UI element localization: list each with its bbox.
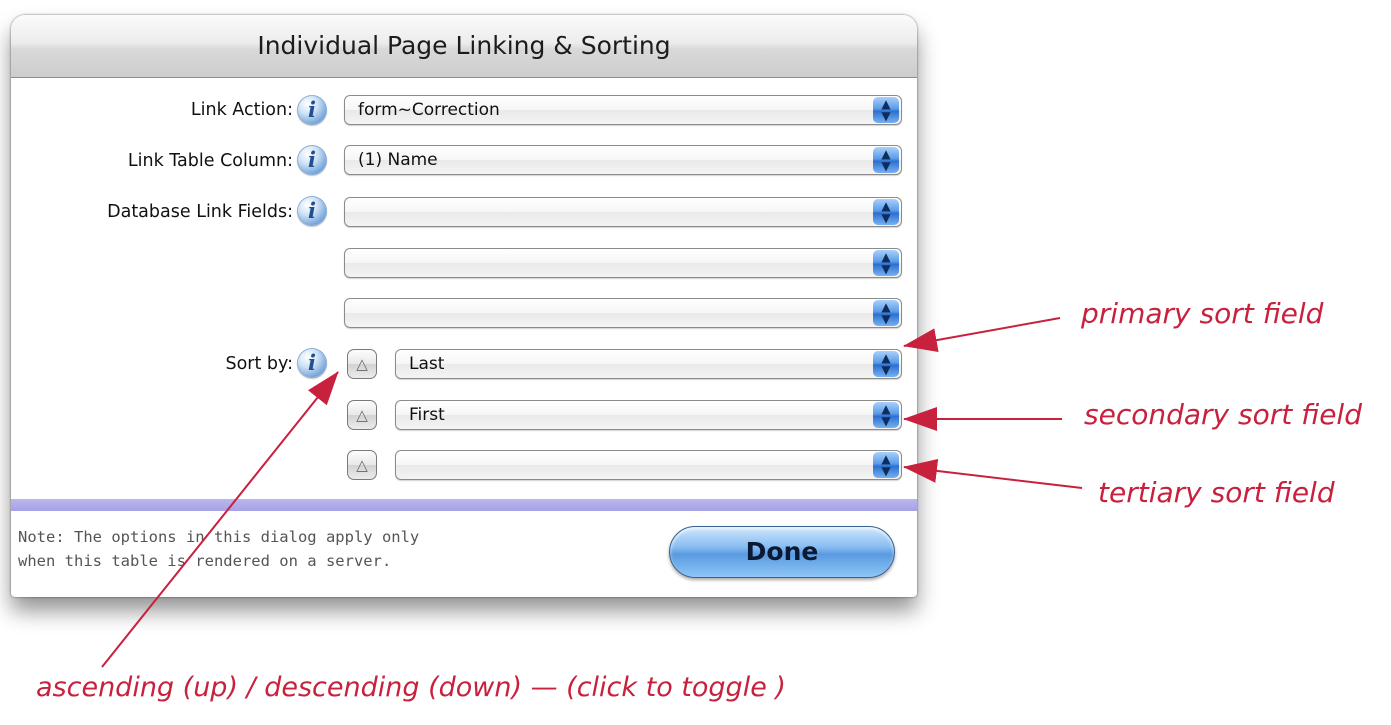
- link-table-column-popup[interactable]: (1) Name ▲ ▼: [344, 145, 902, 175]
- sort-by-label: Sort by:: [225, 354, 293, 374]
- toggle-annotation: ascending (up) / descending (down) — (cl…: [36, 672, 786, 703]
- link-action-info-icon[interactable]: i: [297, 95, 327, 125]
- database-link-field-2-popup[interactable]: ▲ ▼: [344, 248, 902, 278]
- link-action-value: form~Correction: [358, 100, 500, 120]
- linking-sorting-dialog: Individual Page Linking & Sorting Link A…: [11, 15, 917, 597]
- server-note-line-2: when this table is rendered on a server.: [18, 552, 392, 570]
- tertiary-sort-direction-toggle[interactable]: △: [347, 450, 377, 480]
- database-link-field-3-popup[interactable]: ▲ ▼: [344, 298, 902, 328]
- server-note-line-1: Note: The options in this dialog apply o…: [18, 528, 420, 546]
- database-link-fields-info-icon[interactable]: i: [297, 196, 327, 226]
- sort-by-info-icon[interactable]: i: [297, 348, 327, 378]
- link-table-column-info-icon[interactable]: i: [297, 145, 327, 175]
- primary-sort-arrow: [903, 317, 1061, 352]
- dialog-title: Individual Page Linking & Sorting: [11, 15, 917, 78]
- primary-sort-direction-toggle[interactable]: △: [347, 349, 377, 379]
- popup-arrows-icon: ▲ ▼: [873, 97, 899, 123]
- tertiary-sort-annotation: tertiary sort field: [1098, 476, 1335, 509]
- tertiary-sort-popup[interactable]: ▲ ▼: [395, 450, 902, 480]
- database-link-fields-label: Database Link Fields:: [107, 202, 293, 222]
- secondary-sort-annotation: secondary sort field: [1084, 398, 1362, 431]
- link-table-column-label: Link Table Column:: [127, 151, 293, 171]
- popup-arrows-icon: ▲ ▼: [873, 452, 899, 478]
- server-note: Note: The options in this dialog apply o…: [18, 525, 638, 573]
- link-action-popup[interactable]: form~Correction ▲ ▼: [344, 95, 902, 125]
- popup-arrows-icon: ▲ ▼: [873, 147, 899, 173]
- secondary-sort-direction-toggle[interactable]: △: [347, 400, 377, 430]
- primary-sort-popup[interactable]: Last ▲ ▼: [395, 349, 902, 379]
- popup-arrows-icon: ▲ ▼: [873, 250, 899, 276]
- link-table-column-value: (1) Name: [358, 150, 438, 170]
- primary-sort-annotation: primary sort field: [1081, 297, 1324, 330]
- dialog-divider: [11, 499, 917, 511]
- primary-sort-value: Last: [409, 354, 445, 374]
- done-button[interactable]: Done: [669, 526, 895, 578]
- popup-arrows-icon: ▲ ▼: [873, 402, 899, 428]
- popup-arrows-icon: ▲ ▼: [873, 300, 899, 326]
- tertiary-sort-arrow: [903, 458, 1083, 489]
- secondary-sort-value: First: [409, 405, 445, 425]
- secondary-sort-popup[interactable]: First ▲ ▼: [395, 400, 902, 430]
- popup-arrows-icon: ▲ ▼: [873, 351, 899, 377]
- link-action-label: Link Action:: [190, 100, 293, 120]
- database-link-field-1-popup[interactable]: ▲ ▼: [344, 197, 902, 227]
- popup-arrows-icon: ▲ ▼: [873, 199, 899, 225]
